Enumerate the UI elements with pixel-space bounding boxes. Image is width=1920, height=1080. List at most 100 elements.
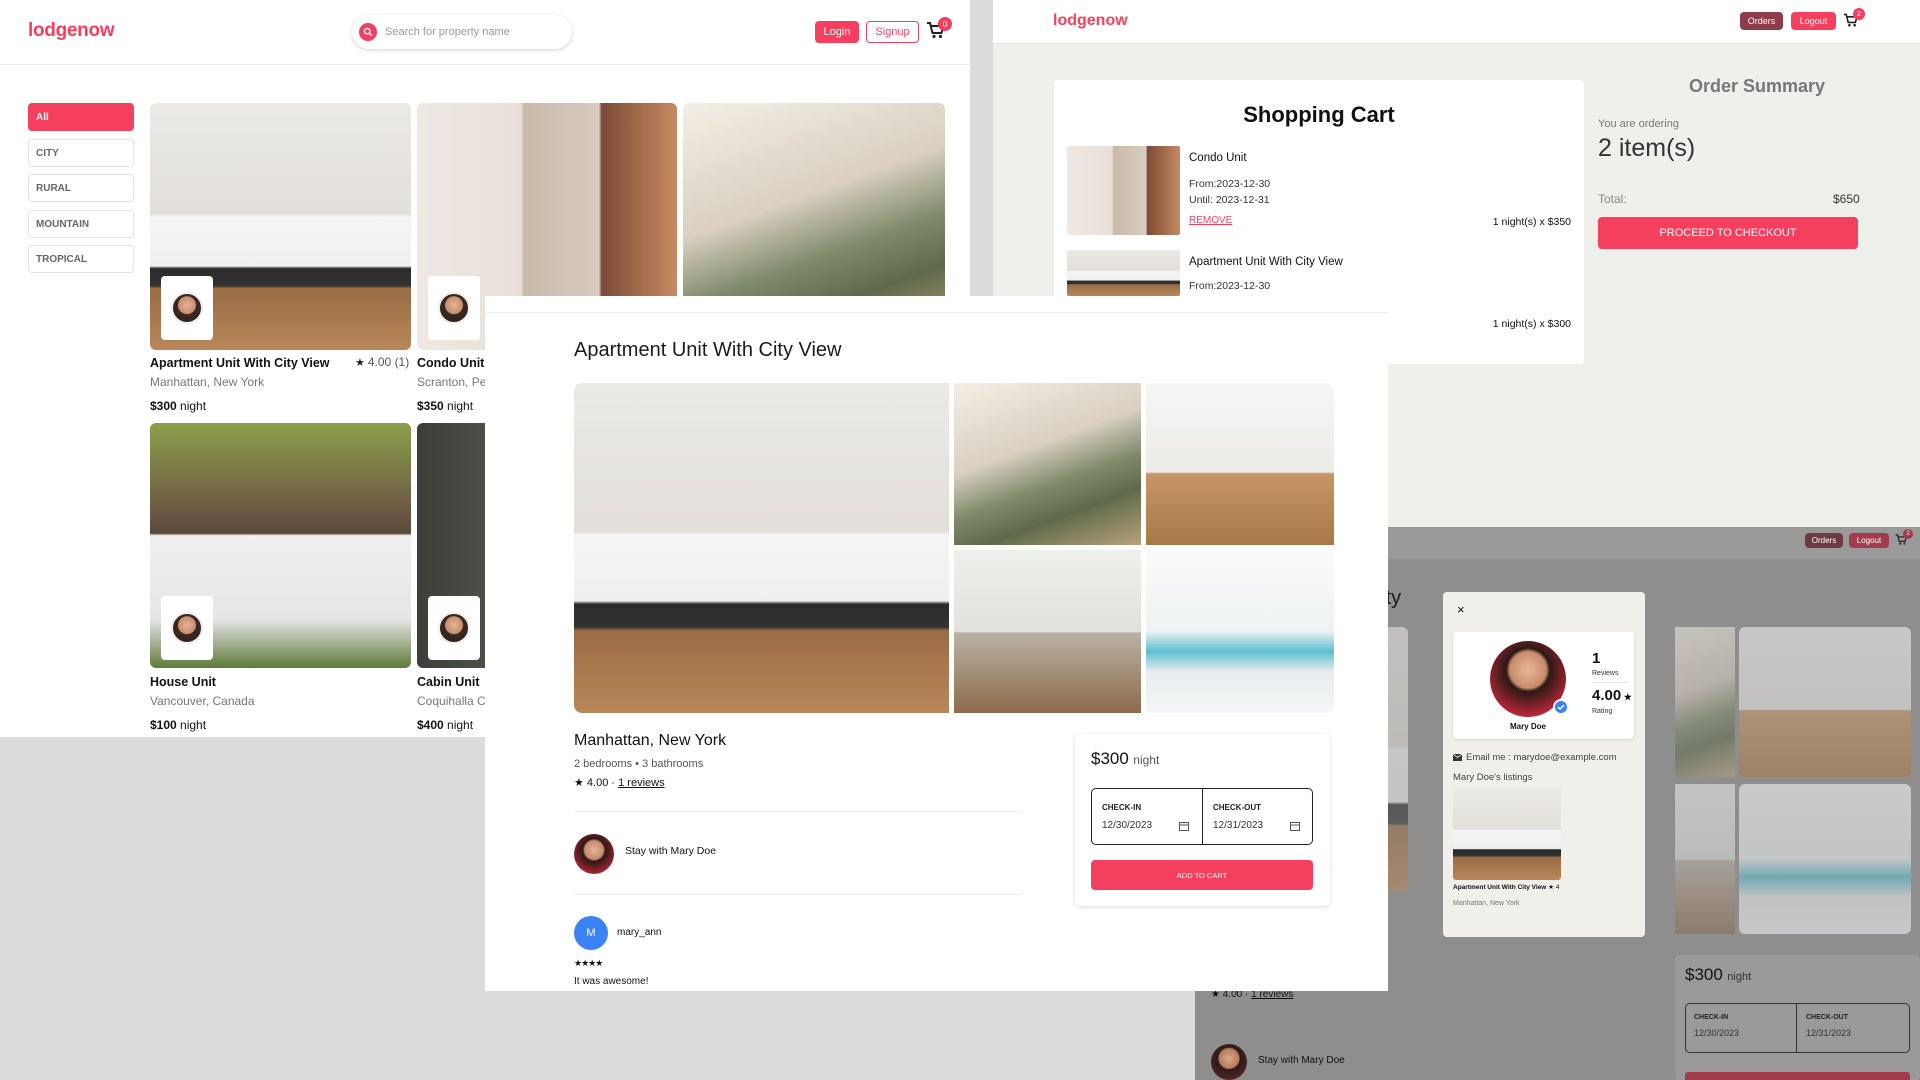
- orders-button[interactable]: Orders: [1740, 12, 1783, 30]
- gallery-photo[interactable]: [954, 383, 1141, 545]
- logout-button[interactable]: Logout: [1849, 533, 1889, 548]
- cart-button[interactable]: 0: [926, 17, 954, 42]
- cart-count-badge: 2: [1853, 8, 1865, 20]
- cart-item-name: Condo Unit: [1189, 152, 1247, 164]
- orders-button[interactable]: Orders: [1805, 533, 1843, 548]
- gallery-photo[interactable]: [1146, 550, 1334, 713]
- listing-price: $300 night: [150, 399, 206, 413]
- add-to-cart-button[interactable]: ADD TO CART: [1091, 860, 1313, 890]
- listing-rating: ★ 4.00 (1): [355, 355, 409, 369]
- detail-page: Apartment Unit With City View Manhattan,…: [485, 296, 1388, 991]
- category-city[interactable]: CITY: [28, 139, 134, 167]
- calendar-icon[interactable]: [1290, 821, 1300, 831]
- checkout-field[interactable]: CHECK-OUT 12/31/2023: [1203, 789, 1313, 844]
- host-modal: × Mary Doe 1 Reviews 4.00 ★ Rating Email…: [1443, 592, 1645, 937]
- total-label: Total:: [1598, 192, 1627, 206]
- bg-date-fields[interactable]: CHECK-IN 12/30/2023 CHECK-OUT 12/31/2023: [1685, 1003, 1910, 1053]
- close-icon[interactable]: ×: [1457, 602, 1465, 617]
- gallery-photo[interactable]: [954, 550, 1141, 713]
- host-stats-card: Mary Doe 1 Reviews 4.00 ★ Rating: [1453, 632, 1634, 739]
- host-avatar-card[interactable]: [428, 596, 480, 660]
- host-avatar-card[interactable]: [428, 276, 480, 340]
- rating-label: Rating: [1592, 708, 1613, 715]
- checkin-field[interactable]: CHECK-IN 12/30/2023: [1694, 1014, 1739, 1038]
- listing-location: Manhattan, New York: [150, 375, 265, 389]
- category-rural[interactable]: RURAL: [28, 174, 134, 202]
- listing-title[interactable]: House Unit: [150, 675, 216, 689]
- host-avatar-card[interactable]: [161, 276, 213, 340]
- listing-location: Scranton, Pe: [417, 375, 487, 389]
- host-rating: 4.00 ★: [1592, 687, 1632, 704]
- remove-link[interactable]: REMOVE: [1189, 215, 1232, 226]
- price-unit: night: [176, 718, 207, 732]
- host-avatar-card[interactable]: [161, 596, 213, 660]
- login-button[interactable]: Login: [815, 21, 859, 43]
- checkin-label: CHECK-IN: [1102, 803, 1142, 812]
- cart-button[interactable]: 2: [1895, 529, 1915, 551]
- checkin-field[interactable]: CHECK-IN 12/30/2023: [1092, 789, 1202, 844]
- signup-button[interactable]: Signup: [866, 21, 919, 43]
- checkout-label: CHECK-OUT: [1806, 1014, 1848, 1021]
- checkout-field[interactable]: CHECK-OUT 12/31/2023: [1806, 1014, 1851, 1038]
- gallery-main-photo[interactable]: [574, 383, 949, 713]
- page-title: Apartment Unit With City View: [574, 339, 842, 361]
- reviews-label: Reviews: [1592, 670, 1619, 677]
- host-name: Mary Doe: [1509, 722, 1546, 731]
- field-divider: [1796, 1004, 1797, 1052]
- logout-button[interactable]: Logout: [1791, 12, 1836, 30]
- category-all[interactable]: All: [28, 103, 134, 131]
- search-icon[interactable]: [359, 23, 377, 41]
- section-divider: [574, 811, 1022, 812]
- listings-heading: Mary Doe's listings: [1453, 772, 1533, 783]
- proceed-checkout-button[interactable]: PROCEED TO CHECKOUT: [1598, 217, 1858, 249]
- cart-item-photo: [1067, 250, 1180, 296]
- calendar-icon[interactable]: [1179, 821, 1189, 831]
- envelope-icon: [1453, 754, 1462, 761]
- reviews-link[interactable]: 1 reviews: [618, 777, 664, 789]
- checkout-value: 12/31/2023: [1806, 1028, 1852, 1038]
- bg-add-button[interactable]: [1685, 1072, 1910, 1080]
- booking-card: $300 night CHECK-IN 12/30/2023 CHECK-OUT…: [1075, 734, 1330, 906]
- search-bar[interactable]: Search for property name: [352, 15, 572, 49]
- listing-title[interactable]: Cabin Unit: [417, 675, 480, 689]
- checkin-value: 12/30/2023: [1694, 1028, 1740, 1038]
- cart-button[interactable]: 2: [1843, 8, 1867, 32]
- cart-count-badge: 2: [1903, 529, 1913, 539]
- reviewer-avatar: M: [574, 916, 608, 950]
- price-value: $300: [150, 399, 177, 413]
- dot-separator: •: [632, 758, 643, 770]
- listing-price: $350 night: [417, 399, 473, 413]
- room-info: 2 bedrooms • 3 bathrooms: [574, 758, 703, 770]
- search-input[interactable]: Search for property name: [385, 26, 510, 38]
- host-listing-location: Manhattan, New York: [1453, 900, 1520, 907]
- avatar: [438, 292, 470, 324]
- date-fields: CHECK-IN 12/30/2023 CHECK-OUT 12/31/2023: [1091, 788, 1313, 845]
- gallery-photo[interactable]: [1146, 383, 1334, 545]
- section-divider: [574, 894, 1022, 895]
- checkin-label: CHECK-IN: [1694, 1014, 1729, 1021]
- price-unit: night: [1133, 753, 1160, 767]
- detail-photo: [1675, 627, 1735, 777]
- brand-logo[interactable]: lodgenow: [1053, 12, 1128, 30]
- host-line: Stay with Mary Doe: [625, 845, 717, 857]
- listing-location: Coquihalla C: [417, 694, 486, 708]
- price-unit: night: [176, 399, 207, 413]
- listing-title-text: Apartment Unit With City View: [1453, 884, 1547, 891]
- category-tropical[interactable]: TROPICAL: [28, 245, 134, 273]
- listing-title[interactable]: Condo Unit: [417, 356, 484, 370]
- review-text: It was awesome!: [574, 976, 649, 987]
- brand-logo[interactable]: lodgenow: [28, 20, 115, 42]
- bg-price: $300 night: [1685, 965, 1751, 985]
- listing-title[interactable]: Apartment Unit With City View: [150, 356, 330, 370]
- stats-divider: [1592, 682, 1628, 683]
- detail-header-divider: [485, 312, 1388, 313]
- email-line[interactable]: Email me : marydoe@example.com: [1453, 752, 1617, 763]
- host-listing-photo[interactable]: [1453, 788, 1561, 880]
- avatar[interactable]: [574, 834, 614, 874]
- email-text: Email me : marydoe@example.com: [1466, 752, 1617, 763]
- category-mountain[interactable]: MOUNTAIN: [28, 210, 134, 238]
- avatar: [438, 612, 470, 644]
- host-listing-title[interactable]: Apartment Unit With City View ★ 4: [1453, 884, 1563, 892]
- cart-item-from: From:2023-12-30: [1189, 178, 1271, 190]
- detail-rating: ★ 4.00 · 1 reviews: [574, 776, 665, 789]
